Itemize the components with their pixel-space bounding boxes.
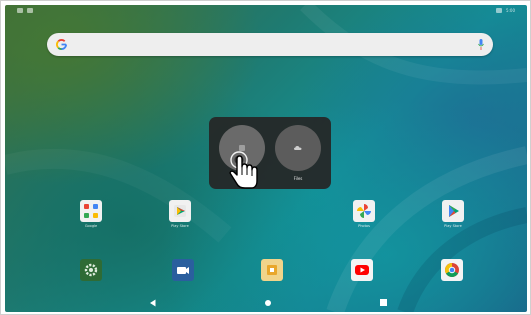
app-google-folder[interactable]: Google xyxy=(71,200,111,234)
status-indicators: 5:00 xyxy=(496,8,515,13)
play-store-icon xyxy=(169,200,191,222)
home-icon[interactable] xyxy=(265,300,271,306)
youtube-icon xyxy=(351,259,373,281)
recents-icon[interactable] xyxy=(380,299,387,306)
status-bar: 5:00 xyxy=(5,5,527,19)
app-label: Photos xyxy=(358,224,370,228)
app-youtube[interactable] xyxy=(342,259,382,293)
hand-cursor-icon xyxy=(229,151,258,189)
notification-icon xyxy=(17,8,23,13)
app-photos[interactable]: Photos xyxy=(344,200,384,234)
google-g-icon xyxy=(56,39,67,50)
notification-icon xyxy=(27,8,33,13)
app-meet[interactable] xyxy=(163,259,203,293)
app-label: Play Store xyxy=(171,224,189,228)
device-frame: 5:00 Files Google Play Store Photos Play… xyxy=(0,0,531,315)
app-play-store-2[interactable]: Play Store xyxy=(433,200,473,234)
search-bar[interactable] xyxy=(47,33,493,56)
battery-icon xyxy=(496,8,503,13)
settings-icon xyxy=(80,259,102,281)
navigation-bar xyxy=(5,293,527,312)
folder-app-2-label: Files xyxy=(293,176,303,181)
meet-icon xyxy=(172,259,194,281)
app-chrome[interactable] xyxy=(432,259,472,293)
files-icon xyxy=(261,259,283,281)
mic-icon[interactable] xyxy=(478,39,484,50)
app-play-store-1[interactable]: Play Store xyxy=(160,200,200,234)
status-time: 5:00 xyxy=(506,8,515,13)
chrome-icon xyxy=(441,259,463,281)
cloud-icon xyxy=(294,146,302,150)
folder-app-2[interactable] xyxy=(275,125,321,171)
back-icon[interactable] xyxy=(149,299,157,307)
app-label: Google xyxy=(84,224,98,228)
status-notifications xyxy=(17,8,33,13)
photos-icon xyxy=(353,200,375,222)
app-label: Play Store xyxy=(444,224,462,228)
app-settings[interactable] xyxy=(71,259,111,293)
google-folder-icon xyxy=(80,200,102,222)
home-screen: 5:00 Files Google Play Store Photos Play… xyxy=(5,5,527,312)
app-files[interactable] xyxy=(252,259,292,293)
play-store-icon xyxy=(442,200,464,222)
